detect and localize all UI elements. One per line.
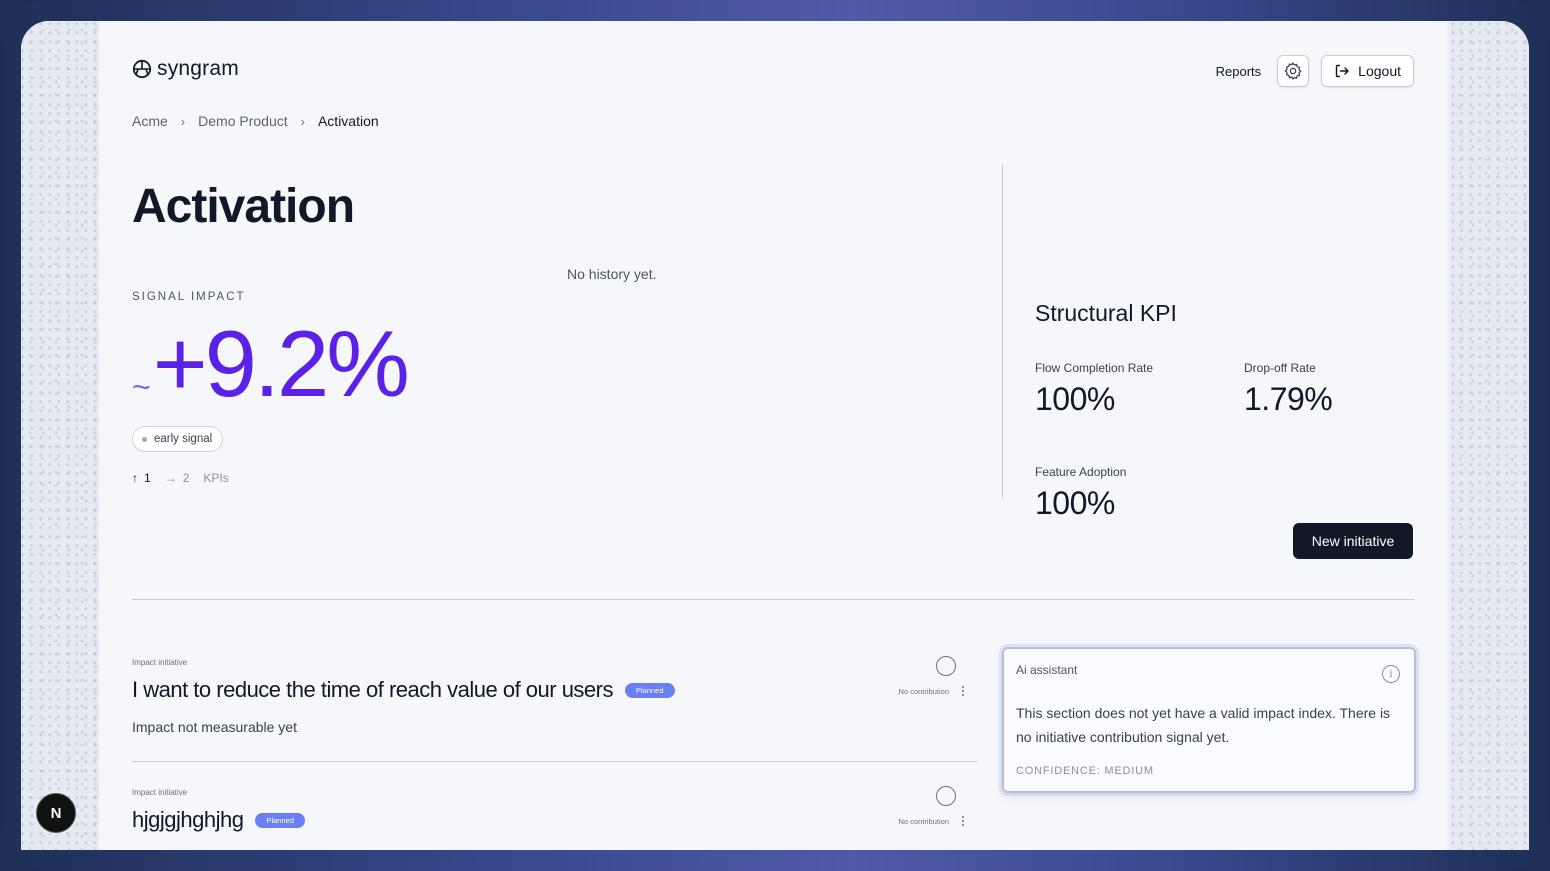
kpis-unit-label: KPIs (203, 471, 229, 485)
main-page: syngram Reports Logout Acme › Demo Produ… (99, 21, 1447, 850)
arrow-up-icon: ↑ (132, 471, 138, 485)
initiative-kind: Impact initiative (132, 788, 188, 797)
status-dot-icon (142, 436, 147, 442)
contribution-text: No contribution (898, 816, 949, 826)
initiative-header: I want to reduce the time of reach value… (132, 677, 978, 703)
app-name: syngram (157, 57, 239, 80)
signal-status-text: early signal (154, 433, 213, 445)
initiative-divider (132, 761, 978, 762)
structural-kpi-title: Structural KPI (1035, 300, 1177, 326)
initiative-item[interactable]: Impact initiative I want to reduce the t… (132, 656, 978, 735)
vertical-divider (1002, 164, 1003, 499)
left-background-pattern (21, 21, 99, 850)
ai-assistant-label: Ai assistant (1016, 663, 1078, 677)
ai-assistant-message: This section does not yet have a valid i… (1016, 705, 1391, 745)
kpi-feature-adoption: Feature Adoption 100% (1035, 465, 1126, 522)
arrow-right-icon: → (164, 471, 177, 485)
top-nav: Reports Logout (1216, 55, 1414, 87)
kpi-value: 1.79% (1244, 381, 1333, 417)
initiative-kind: Impact initiative (132, 658, 188, 667)
kpi-value: 100% (1035, 485, 1115, 521)
contribution-row: No contribution (899, 816, 964, 826)
status-badge: Planned (625, 682, 675, 698)
breadcrumb-item-demo-product[interactable]: Demo Product (198, 113, 287, 129)
kpis-up-count: 1 (144, 471, 151, 485)
more-options-icon[interactable] (962, 816, 964, 826)
signal-impact-label: SIGNAL IMPACT (132, 291, 246, 303)
logout-icon (1335, 64, 1349, 78)
browser-viewport: syngram Reports Logout Acme › Demo Produ… (21, 21, 1529, 850)
kpi-value: 100% (1035, 381, 1115, 417)
history-empty-state: No history yet. (567, 266, 657, 282)
initiative-contribution: No contribution (899, 786, 964, 826)
initiative-item[interactable]: Impact initiative hjgjgjhghjhg Planned N… (132, 786, 978, 833)
settings-button[interactable] (1277, 55, 1310, 87)
ai-assistant-card: Ai assistant i This section does not yet… (1002, 647, 1416, 793)
info-icon[interactable]: i (1382, 665, 1400, 683)
chevron-right-icon: › (180, 113, 186, 129)
right-background-pattern (1451, 21, 1529, 850)
contribution-text: No contribution (898, 686, 949, 696)
status-badge: Planned (255, 812, 305, 828)
dev-tools-badge[interactable]: N (36, 793, 76, 833)
kpi-flow-completion-rate: Flow Completion Rate 100% (1035, 361, 1153, 418)
impact-percent: +9.2% (152, 311, 410, 416)
progress-ring-icon (936, 656, 957, 676)
initiative-title[interactable]: hjgjgjhghjhg (132, 807, 244, 833)
breadcrumb-item-activation: Activation (317, 113, 379, 129)
logout-label: Logout (1358, 63, 1401, 79)
signal-impact-value: ~ +9.2% (132, 311, 410, 416)
initiative-header: hjgjgjhghjhg Planned (132, 807, 978, 833)
kpi-label: Drop-off Rate (1244, 361, 1316, 375)
initiative-contribution: No contribution (899, 656, 964, 696)
section-divider (132, 599, 1414, 600)
device-frame: syngram Reports Logout Acme › Demo Produ… (0, 0, 1550, 871)
initiative-subtitle: Impact not measurable yet (132, 719, 297, 735)
kpis-flat-count: 2 (182, 471, 190, 485)
progress-ring-icon (936, 786, 957, 806)
breadcrumb-item-acme[interactable]: Acme (132, 113, 168, 129)
ai-confidence: CONFIDENCE: MEDIUM (1016, 765, 1154, 777)
contribution-row: No contribution (899, 686, 964, 696)
kpi-counts: ↑ 1 → 2 KPIs (132, 471, 229, 485)
page-title: Activation (132, 180, 355, 233)
signal-status-badge: early signal (132, 426, 224, 452)
reports-link[interactable]: Reports (1216, 64, 1262, 79)
kpi-drop-off-rate: Drop-off Rate 1.79% (1244, 361, 1333, 418)
app-logo[interactable]: syngram (132, 57, 239, 81)
kpi-label: Flow Completion Rate (1035, 361, 1154, 375)
kpi-label: Feature Adoption (1035, 465, 1127, 479)
approx-icon: ~ (132, 369, 151, 405)
more-options-icon[interactable] (962, 686, 964, 696)
chevron-right-icon: › (300, 113, 305, 129)
new-initiative-button[interactable]: New initiative (1293, 523, 1413, 559)
initiative-title[interactable]: I want to reduce the time of reach value… (132, 677, 614, 703)
logout-button[interactable]: Logout (1321, 55, 1414, 87)
breadcrumb: Acme › Demo Product › Activation (132, 113, 379, 129)
gear-icon (1284, 62, 1302, 80)
logo-icon (132, 59, 152, 79)
